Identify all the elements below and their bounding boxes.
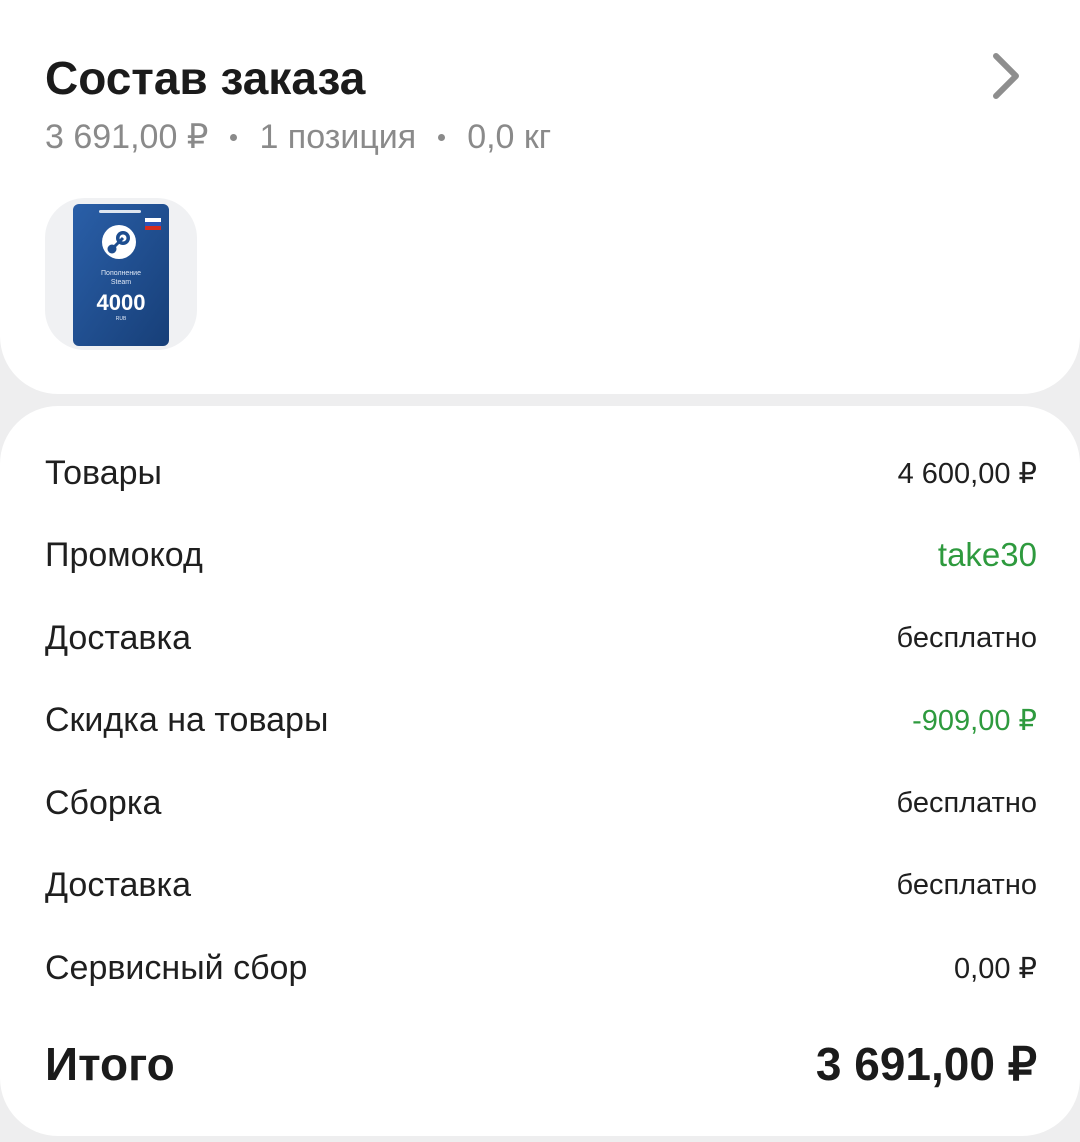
card-currency: RUB — [116, 316, 127, 322]
steam-gift-card-image: Пополнение Steam 4000 RUB — [73, 204, 169, 346]
summary-row-delivery: Доставка бесплатно — [45, 613, 1037, 663]
separator-dot — [438, 133, 446, 141]
row-value: бесплатно — [896, 868, 1037, 901]
row-value: бесплатно — [896, 786, 1037, 819]
summary-total-row: Итого 3 691,00 ₽ — [45, 1034, 1037, 1094]
row-value: бесплатно — [896, 621, 1037, 654]
summary-row-assembly: Сборка бесплатно — [45, 778, 1037, 828]
row-label: Сервисный сбор — [45, 948, 308, 987]
order-positions: 1 позиция — [259, 117, 417, 156]
row-label: Промокод — [45, 535, 203, 574]
card-caption-steam: Steam — [111, 279, 131, 286]
promocode-value[interactable]: take30 — [938, 536, 1037, 574]
row-label: Скидка на товары — [45, 700, 329, 739]
row-value: 0,00 ₽ — [954, 952, 1037, 985]
summary-row-service-fee: Сервисный сбор 0,00 ₽ — [45, 943, 1037, 993]
row-label: Доставка — [45, 865, 192, 904]
row-label: Товары — [45, 453, 162, 492]
order-weight: 0,0 кг — [467, 117, 552, 156]
summary-row-delivery-2: Доставка бесплатно — [45, 860, 1037, 910]
card-caption: Пополнение — [101, 270, 141, 277]
order-composition-card[interactable]: Состав заказа 3 691,00 ₽ 1 позиция 0,0 к… — [0, 0, 1080, 394]
russia-flag-icon — [145, 218, 161, 230]
total-value: 3 691,00 ₽ — [815, 1038, 1037, 1090]
summary-row-discount: Скидка на товары -909,00 ₽ — [45, 695, 1037, 745]
discount-value: -909,00 ₽ — [912, 704, 1037, 737]
row-value: 4 600,00 ₽ — [897, 457, 1037, 490]
order-meta: 3 691,00 ₽ 1 позиция 0,0 кг — [45, 114, 551, 160]
summary-row-promocode: Промокод take30 — [45, 530, 1037, 580]
card-amount: 4000 — [97, 290, 146, 315]
order-composition-title: Состав заказа — [45, 52, 366, 104]
order-price: 3 691,00 ₽ — [45, 118, 209, 156]
summary-row-goods: Товары 4 600,00 ₽ — [45, 448, 1037, 498]
chevron-right-icon[interactable] — [980, 48, 1032, 104]
order-summary-card — [0, 406, 1080, 1136]
total-label: Итого — [45, 1038, 175, 1090]
product-thumbnail[interactable]: Пополнение Steam 4000 RUB — [45, 198, 197, 350]
row-label: Доставка — [45, 618, 192, 657]
row-label: Сборка — [45, 783, 162, 822]
separator-dot — [230, 133, 238, 141]
steam-logo-icon — [102, 225, 136, 259]
